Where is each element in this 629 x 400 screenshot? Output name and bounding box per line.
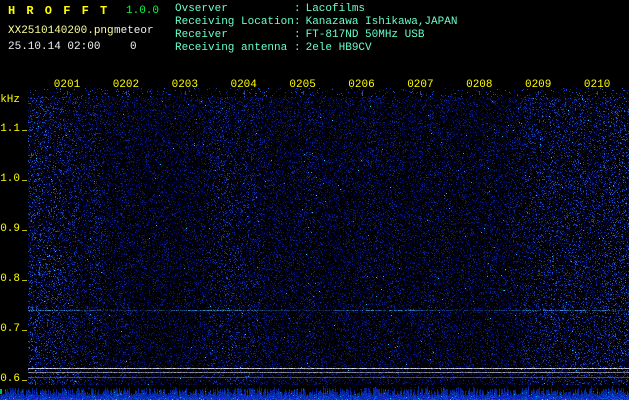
time-axis-tick bbox=[538, 91, 539, 95]
freq-axis-label: 0.9 bbox=[0, 223, 20, 235]
freq-axis-label: 0.8 bbox=[0, 273, 20, 285]
freq-axis-label: 1.0 bbox=[0, 173, 20, 185]
time-axis-label: 0210 bbox=[583, 79, 611, 91]
time-axis-tick bbox=[479, 91, 480, 95]
time-axis-tick bbox=[244, 91, 245, 95]
freq-axis-tick bbox=[22, 280, 27, 281]
time-axis-tick bbox=[362, 91, 363, 95]
time-axis-tick bbox=[420, 91, 421, 95]
freq-axis-tick bbox=[22, 180, 27, 181]
spectrogram-plot: 0201 0202 0203 0204 0205 0206 0207 0208 0209 0210… bbox=[0, 0, 629, 400]
freq-axis-tick bbox=[22, 330, 27, 331]
time-axis-tick bbox=[185, 91, 186, 95]
time-axis-label: 0209 bbox=[524, 79, 552, 91]
time-axis-label: 0207 bbox=[407, 79, 434, 91]
time-axis-tick bbox=[67, 91, 68, 95]
freq-axis-tick bbox=[22, 230, 27, 231]
time-axis-label: 0206 bbox=[348, 79, 375, 91]
hrofft-window: H R O F F T 1.0.0 XX2510140200.png meteo… bbox=[0, 0, 629, 400]
freq-axis-label: 0.6 bbox=[0, 373, 20, 385]
time-axis-tick bbox=[597, 91, 598, 95]
time-axis-label: 0201 bbox=[53, 79, 81, 91]
time-axis-label: 0205 bbox=[289, 79, 316, 91]
spectrogram-canvas bbox=[28, 88, 629, 385]
freq-axis-label: 1.1 bbox=[0, 123, 20, 135]
time-axis-label: 0208 bbox=[466, 79, 493, 91]
time-axis-label: 0203 bbox=[171, 79, 198, 91]
freq-axis-tick bbox=[22, 130, 27, 131]
time-axis-label: 0204 bbox=[230, 79, 257, 91]
freq-axis-tick bbox=[22, 380, 27, 381]
freq-axis-label: 0.7 bbox=[0, 323, 20, 335]
freq-axis-unit: kHz bbox=[0, 94, 20, 106]
signal-level-strip-canvas bbox=[0, 386, 629, 400]
time-axis-label: 0202 bbox=[112, 79, 140, 91]
time-axis-tick bbox=[303, 91, 304, 95]
time-axis-tick bbox=[126, 91, 127, 95]
